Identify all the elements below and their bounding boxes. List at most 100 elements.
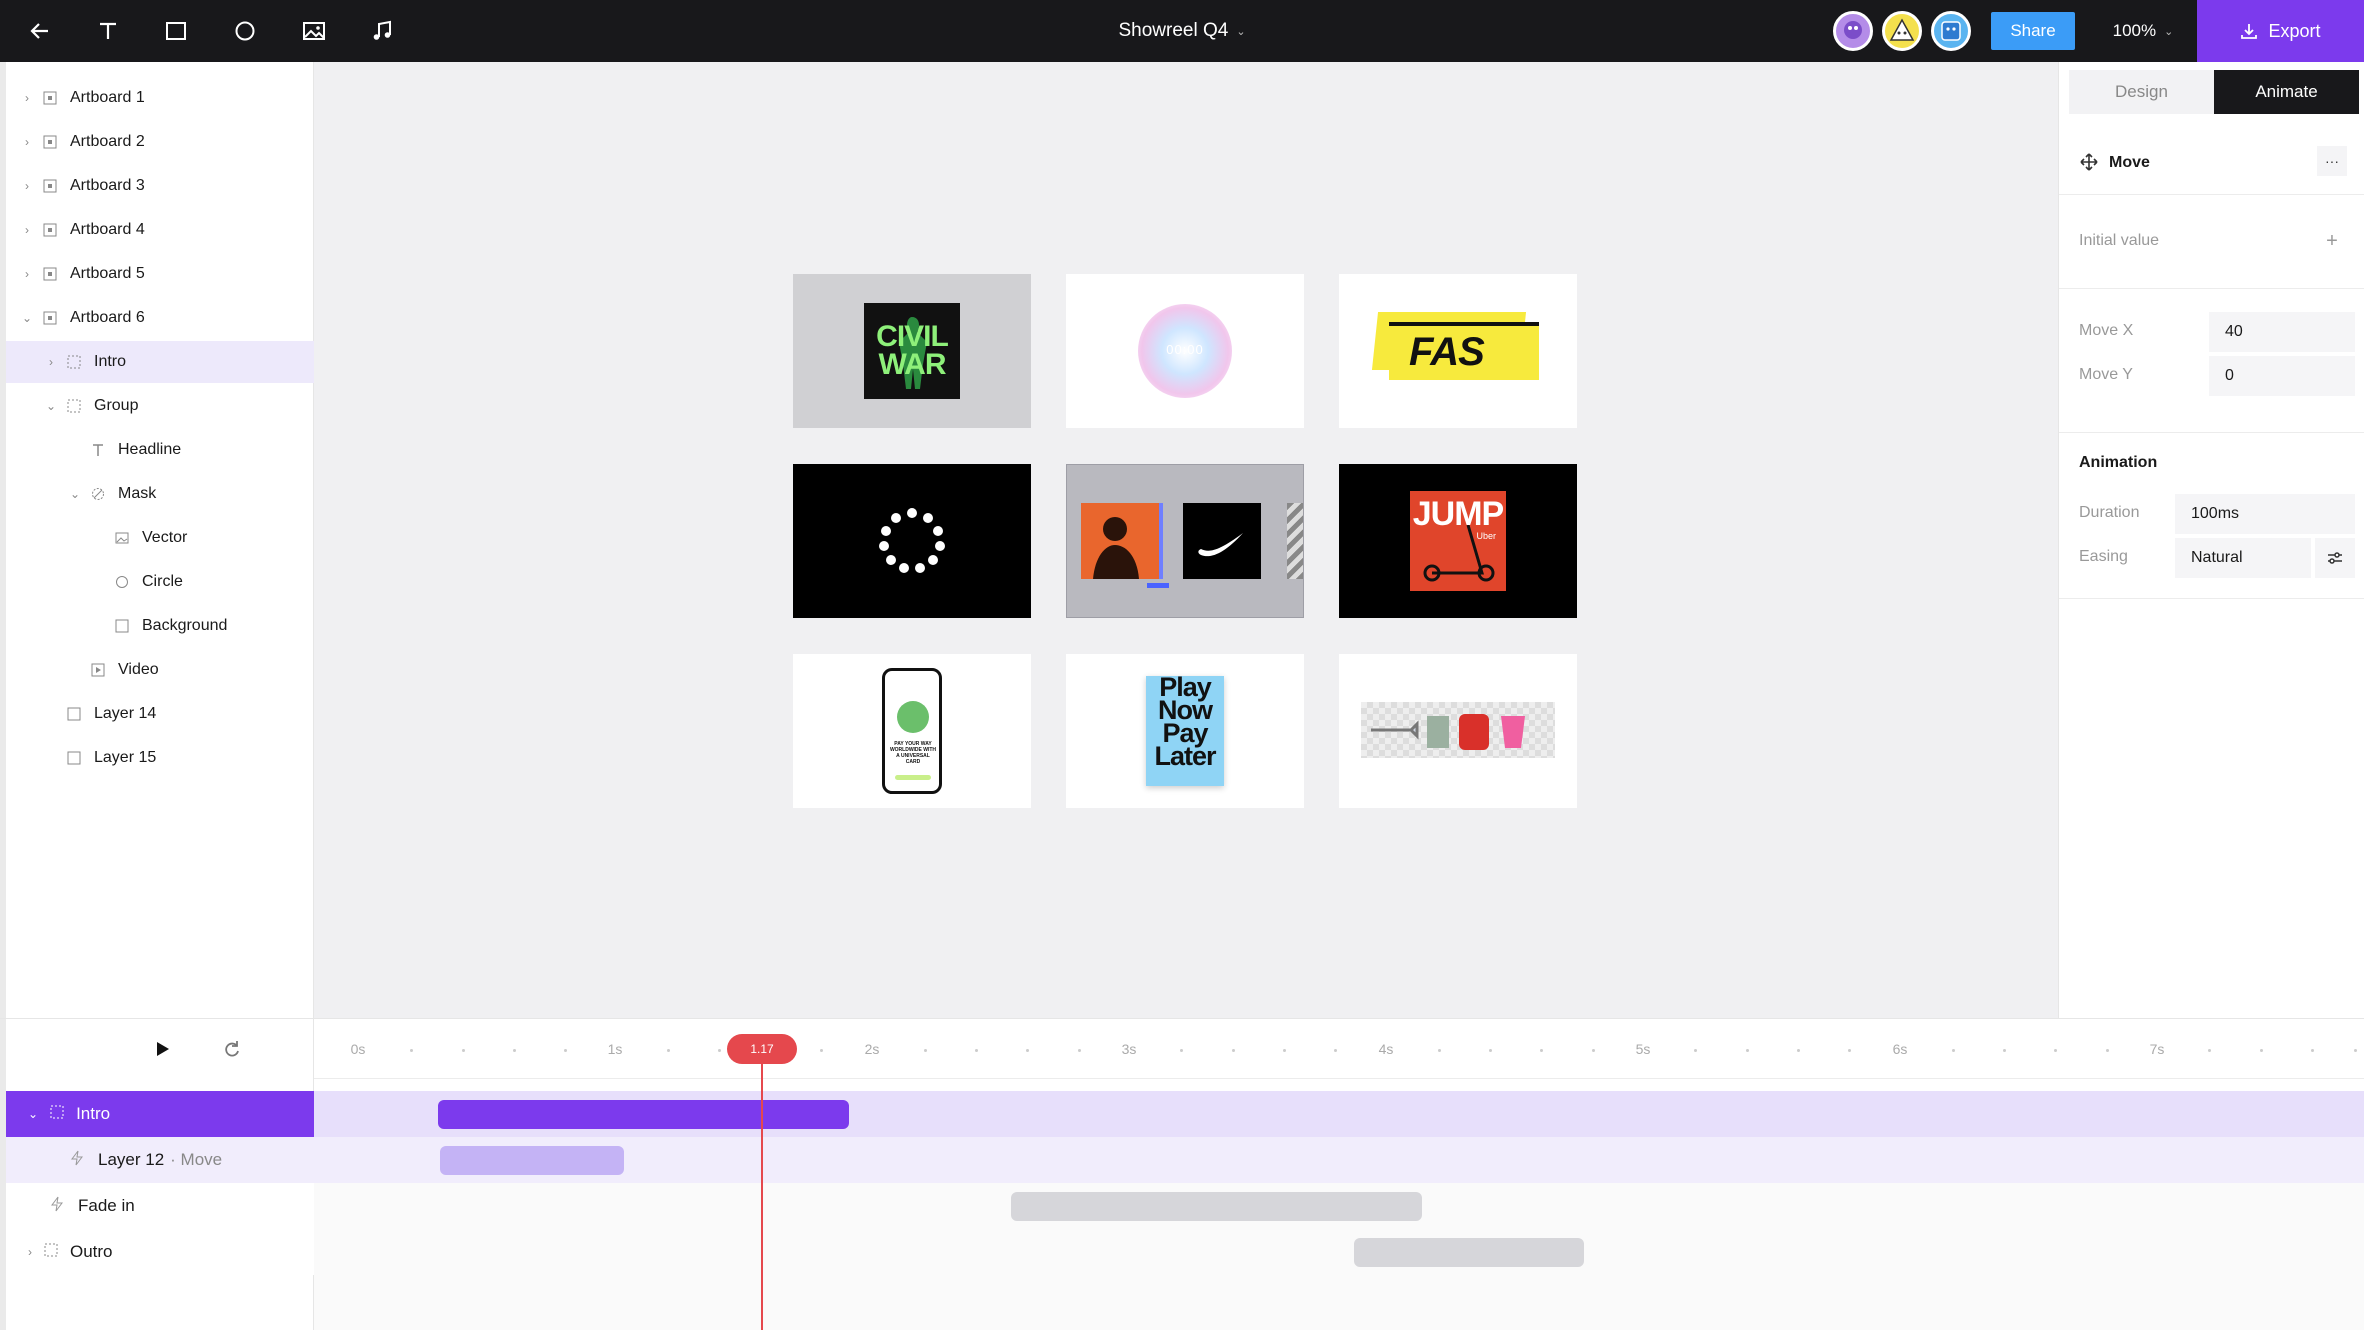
document-title[interactable]: Showreel Q4 ⌄ bbox=[1082, 0, 1282, 62]
track-label-layer-12[interactable]: Layer 12 · Move bbox=[0, 1137, 314, 1183]
tick-label: 4s bbox=[1378, 1041, 1394, 1057]
chevron-down-icon: ⌄ bbox=[2164, 25, 2174, 38]
chevron-right-icon[interactable]: › bbox=[20, 135, 34, 149]
zoom-dropdown[interactable]: 100% ⌄ bbox=[2098, 12, 2188, 50]
avatar[interactable] bbox=[1882, 11, 1922, 51]
layer-item-artboard-6[interactable]: ⌄ Artboard 6 bbox=[6, 297, 314, 339]
layers-panel: › Artboard 1 › Artboard 2 › Artboard 3 ›… bbox=[0, 62, 314, 1018]
timer-text: 00:00 bbox=[1166, 342, 1204, 357]
divider bbox=[2059, 194, 2364, 195]
track-label-outro[interactable]: › Outro bbox=[0, 1229, 314, 1275]
add-initial-value-button[interactable]: + bbox=[2317, 226, 2347, 256]
track-label-fade-in[interactable]: Fade in bbox=[0, 1183, 314, 1229]
tab-design[interactable]: Design bbox=[2069, 70, 2214, 114]
artboard-icon bbox=[42, 134, 58, 150]
selection-handle[interactable] bbox=[1147, 583, 1169, 588]
share-button[interactable]: Share bbox=[1991, 12, 2075, 50]
divider bbox=[2059, 288, 2364, 289]
easing-settings-icon[interactable] bbox=[2315, 538, 2355, 578]
layer-item-circle[interactable]: Circle bbox=[6, 561, 314, 603]
rectangle-tool-icon[interactable] bbox=[158, 13, 194, 49]
layer-item-artboard-5[interactable]: › Artboard 5 bbox=[6, 253, 314, 295]
chevron-down-icon[interactable]: ⌄ bbox=[68, 487, 82, 501]
chevron-right-icon[interactable]: › bbox=[44, 355, 58, 369]
playhead-line[interactable] bbox=[761, 1063, 763, 1330]
tab-animate[interactable]: Animate bbox=[2214, 70, 2359, 114]
loop-icon[interactable] bbox=[220, 1037, 244, 1061]
track-row-layer-12[interactable]: Layer 12 · Move bbox=[0, 1137, 2364, 1183]
layer-item-group[interactable]: ⌄ Group bbox=[6, 385, 314, 427]
layer-item-artboard-4[interactable]: › Artboard 4 bbox=[6, 209, 314, 251]
chevron-right-icon[interactable]: › bbox=[20, 179, 34, 193]
artboard-icon bbox=[42, 266, 58, 282]
animation-bar[interactable] bbox=[440, 1146, 624, 1175]
track-row-fade-in[interactable]: Fade in bbox=[0, 1183, 2364, 1229]
animation-bar[interactable] bbox=[1354, 1238, 1584, 1267]
artboard-thumbnail[interactable]: 00:00 bbox=[1066, 274, 1304, 428]
tick-label: 7s bbox=[2149, 1041, 2165, 1057]
layer-item-background[interactable]: Background bbox=[6, 605, 314, 647]
duration-field[interactable]: 100ms bbox=[2175, 494, 2355, 534]
chevron-right-icon[interactable]: › bbox=[20, 223, 34, 237]
layer-item-artboard-3[interactable]: › Artboard 3 bbox=[6, 165, 314, 207]
export-button[interactable]: Export bbox=[2197, 0, 2364, 62]
ellipse-tool-icon[interactable] bbox=[227, 13, 263, 49]
layer-label: Headline bbox=[118, 441, 182, 458]
move-title: Move bbox=[2109, 154, 2150, 171]
move-x-field[interactable]: 40 bbox=[2209, 312, 2355, 352]
more-options-button[interactable]: ··· bbox=[2317, 146, 2347, 176]
back-arrow-icon[interactable] bbox=[22, 13, 58, 49]
move-y-label: Move Y bbox=[2079, 366, 2133, 383]
chevron-right-icon[interactable]: › bbox=[20, 91, 34, 105]
layer-item-layer-15[interactable]: Layer 15 bbox=[6, 737, 314, 779]
text-tool-icon[interactable] bbox=[90, 13, 126, 49]
chevron-down-icon[interactable]: ⌄ bbox=[20, 311, 34, 325]
chevron-right-icon[interactable]: › bbox=[20, 267, 34, 281]
layer-label: Vector bbox=[142, 529, 188, 546]
layer-item-artboard-2[interactable]: › Artboard 2 bbox=[6, 121, 314, 163]
lightning-icon bbox=[70, 1150, 84, 1171]
artboard-icon bbox=[42, 90, 58, 106]
duration-label: Duration bbox=[2079, 504, 2140, 521]
chevron-right-icon[interactable]: › bbox=[28, 1245, 32, 1259]
chevron-down-icon[interactable]: ⌄ bbox=[28, 1107, 38, 1121]
avatar[interactable] bbox=[1931, 11, 1971, 51]
track-label-intro[interactable]: ⌄ Intro bbox=[0, 1091, 314, 1137]
image-tool-icon[interactable] bbox=[296, 13, 332, 49]
easing-select[interactable]: Natural bbox=[2175, 538, 2311, 578]
artboard-thumbnail[interactable]: Play Now Pay Later bbox=[1066, 654, 1304, 808]
layer-item-layer-14[interactable]: Layer 14 bbox=[6, 693, 314, 735]
artboard-thumbnail[interactable]: JUMP Uber bbox=[1339, 464, 1577, 618]
audio-tool-icon[interactable] bbox=[364, 13, 400, 49]
layer-item-mask[interactable]: ⌄ Mask bbox=[6, 473, 314, 515]
move-y-field[interactable]: 0 bbox=[2209, 356, 2355, 396]
group-icon bbox=[50, 1104, 64, 1124]
artboard-thumbnail[interactable] bbox=[1066, 464, 1304, 618]
layer-label: Video bbox=[118, 661, 159, 678]
playhead-badge[interactable]: 1.17 bbox=[727, 1034, 797, 1064]
layer-item-intro[interactable]: › Intro bbox=[6, 341, 314, 383]
artboard-thumbnail[interactable]: CIVIL WAR bbox=[793, 274, 1031, 428]
group-icon bbox=[44, 1242, 58, 1262]
avatar[interactable] bbox=[1833, 11, 1873, 51]
artboard-thumbnail[interactable]: PAY YOUR WAY WORLDWIDE WITH A UNIVERSAL … bbox=[793, 654, 1031, 808]
animation-bar[interactable] bbox=[1011, 1192, 1422, 1221]
canvas[interactable]: CIVIL WAR 00:00 FAS JUMP Uber PAY YOUR W… bbox=[314, 62, 2058, 1018]
layer-item-vector[interactable]: Vector bbox=[6, 517, 314, 559]
artboard-thumbnail[interactable]: FAS bbox=[1339, 274, 1577, 428]
timeline-ruler[interactable]: 0s 1s 2s 3s 4s 5s 6s 7s bbox=[314, 1019, 2364, 1079]
timeline-empty-area bbox=[314, 1275, 2364, 1330]
layer-item-video[interactable]: Video bbox=[6, 649, 314, 691]
track-row-outro[interactable]: › Outro bbox=[0, 1229, 2364, 1275]
chevron-down-icon[interactable]: ⌄ bbox=[44, 399, 58, 413]
play-icon[interactable] bbox=[150, 1037, 174, 1061]
artboard-thumbnail[interactable] bbox=[793, 464, 1031, 618]
artboard-thumbnail[interactable] bbox=[1339, 654, 1577, 808]
track-row-intro[interactable]: ⌄ Intro bbox=[0, 1091, 2364, 1137]
animation-bar[interactable] bbox=[438, 1100, 849, 1129]
layer-item-artboard-1[interactable]: › Artboard 1 bbox=[6, 77, 314, 119]
group-icon bbox=[66, 398, 82, 414]
properties-panel: Design Animate Move ··· Initial value + … bbox=[2058, 62, 2364, 1018]
layer-item-headline[interactable]: Headline bbox=[6, 429, 314, 471]
selection-handle[interactable] bbox=[1159, 503, 1163, 579]
